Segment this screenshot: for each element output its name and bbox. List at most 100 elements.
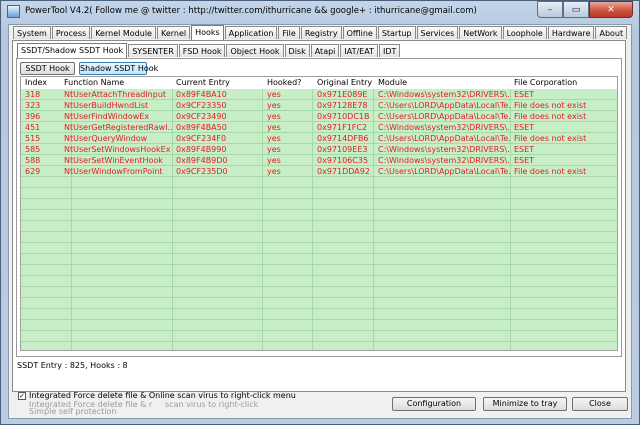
table-row[interactable]: 318 NtUserAttachThreadInput 0x89F4BA10 yes 0…	[21, 89, 617, 100]
table-cell: yes	[267, 90, 281, 99]
table-cell: 0x97109EE3	[317, 145, 368, 154]
title-bar[interactable]: PowerTool V4.2( Follow me @ twitter : ht…	[1, 1, 639, 23]
table-cell: yes	[267, 123, 281, 132]
tab-system[interactable]: System	[13, 26, 51, 39]
subtab-object-hook[interactable]: Object Hook	[226, 44, 284, 57]
table-cell: 629	[25, 167, 41, 176]
tab-file[interactable]: File	[278, 26, 300, 39]
tab-network[interactable]: NetWork	[459, 26, 502, 39]
table-cell: 0x89F4BA10	[176, 90, 227, 99]
table-cell: yes	[267, 167, 281, 176]
minimize-to-tray-button[interactable]: Minimize to tray	[483, 397, 567, 411]
integrated-menu-label: Integrated Force delete file & Online sc…	[29, 391, 296, 400]
minimize-window-button[interactable]: –	[537, 1, 563, 18]
caption-buttons: – ▭ ✕	[537, 1, 633, 18]
tab-hardware[interactable]: Hardware	[547, 26, 595, 39]
subtab-iat-eat[interactable]: IAT/EAT	[340, 44, 378, 57]
table-cell: NtUserFindWindowEx	[64, 112, 150, 121]
shadow-ssdt-hook-button[interactable]: Shadow SSDT Hook	[79, 62, 158, 75]
table-cell: 0x971F1FC2	[317, 123, 368, 132]
window-title: PowerTool V4.2( Follow me @ twitter : ht…	[25, 6, 477, 16]
table-row[interactable]: 451 NtUserGetRegisteredRawI... 0x89F4BA50 y…	[21, 122, 617, 133]
table-cell: C:\Windows\system32\DRIVERS\...	[378, 156, 510, 165]
table-cell: 0x9CF235D0	[176, 167, 228, 176]
table-cell: 0x9CF234F0	[176, 134, 227, 143]
tab-application[interactable]: Application	[224, 26, 278, 39]
table-cell: C:\Windows\system32\DRIVERS\...	[378, 145, 510, 154]
table-cell: C:\Windows\system32\DRIVERS\...	[378, 123, 510, 132]
subtab-idt[interactable]: IDT	[378, 44, 401, 57]
subtab-ssdt-shadow-ssdt-hook[interactable]: SSDT/Shadow SSDT Hook	[17, 43, 128, 58]
subtab-atapi[interactable]: Atapi	[310, 44, 340, 57]
close-button[interactable]: Close	[572, 397, 628, 411]
table-row[interactable]: 396 NtUserFindWindowEx 0x9CF23490 yes 0x9710…	[21, 111, 617, 122]
hooks-panel: SSDT/Shadow SSDT Hook SYSENTER FSD Hook Obj…	[12, 40, 626, 392]
table-cell: File does not exist	[514, 134, 587, 143]
hook-table[interactable]: Index Function Name Current Entry Hooked? Or…	[20, 76, 618, 351]
tab-registry[interactable]: Registry	[300, 26, 342, 39]
close-window-button[interactable]: ✕	[589, 1, 633, 18]
table-cell: 0x9714DFB6	[317, 134, 369, 143]
subtab-sysenter[interactable]: SYSENTER	[128, 44, 178, 57]
table-cell: 0x97106C35	[317, 156, 369, 165]
table-cell: 0x97128E78	[317, 101, 368, 110]
integrated-menu-checkbox[interactable]: ✓	[18, 392, 26, 400]
table-cell: C:\Users\LORD\AppData\Local\Te...	[378, 112, 510, 121]
tab-startup[interactable]: Startup	[377, 26, 416, 39]
table-row[interactable]: 585 NtUserSetWindowsHookEx 0x89F4B990 yes 0x…	[21, 144, 617, 155]
table-cell: NtUserAttachThreadInput	[64, 90, 167, 99]
table-cell: File does not exist	[514, 101, 587, 110]
subtab-fsd-hook[interactable]: FSD Hook	[178, 44, 226, 57]
table-cell: 318	[25, 90, 41, 99]
column-header[interactable]: Hooked?	[267, 78, 301, 87]
tab-loophole[interactable]: Loophole	[502, 26, 547, 39]
table-row[interactable]: 629 NtUserWindowFromPoint 0x9CF235D0 yes 0x9…	[21, 166, 617, 177]
table-cell: C:\Users\LORD\AppData\Local\Te...	[378, 167, 510, 176]
app-icon	[7, 5, 20, 18]
tab-services[interactable]: Services	[416, 26, 459, 39]
table-cell: NtUserSetWinEventHook	[64, 156, 163, 165]
table-row[interactable]: 588 NtUserSetWinEventHook 0x89F4B9D0 yes 0x9…	[21, 155, 617, 166]
table-cell: NtUserQueryWindow	[64, 134, 148, 143]
self-protection-label: Simple self protection	[29, 407, 117, 416]
table-cell: ESET	[514, 90, 535, 99]
column-header[interactable]: Module	[378, 78, 407, 87]
table-row[interactable]: 515 NtUserQueryWindow 0x9CF234F0 yes 0x9714D…	[21, 133, 617, 144]
tab-kernel-module[interactable]: Kernel Module	[91, 26, 156, 39]
table-cell: File does not exist	[514, 112, 587, 121]
table-body: 318 NtUserAttachThreadInput 0x89F4BA10 yes 0…	[21, 89, 617, 350]
column-header[interactable]: Index	[25, 78, 47, 87]
subtab-disk[interactable]: Disk	[284, 44, 310, 57]
table-cell: 396	[25, 112, 41, 121]
tab-hooks[interactable]: Hooks	[191, 25, 224, 40]
ssdt-panel: SSDT Hook Shadow SSDT Hook Index Function…	[16, 58, 622, 357]
tab-about[interactable]: About	[595, 26, 628, 39]
tab-offline[interactable]: Offline	[342, 26, 377, 39]
table-cell: yes	[267, 134, 281, 143]
column-header[interactable]: Original Entry	[317, 78, 372, 87]
table-cell: 0x89F4B990	[176, 145, 227, 154]
table-row[interactable]: 323 NtUserBuildHwndList 0x9CF23350 yes 0x971…	[21, 100, 617, 111]
table-cell: 585	[25, 145, 41, 154]
maximize-window-button[interactable]: ▭	[563, 1, 589, 18]
column-header[interactable]: File Corporation	[514, 78, 577, 87]
table-cell: 515	[25, 134, 41, 143]
table-cell: yes	[267, 101, 281, 110]
table-cell: 0x971DDA92	[317, 167, 370, 176]
table-cell: NtUserSetWindowsHookEx	[64, 145, 171, 154]
table-cell: ESET	[514, 156, 535, 165]
ssdt-hook-button[interactable]: SSDT Hook	[20, 62, 75, 75]
table-cell: File does not exist	[514, 167, 587, 176]
tab-process[interactable]: Process	[51, 26, 91, 39]
tab-kernel[interactable]: Kernel	[156, 26, 191, 39]
ghost-label-1b: scan virus to right-click	[165, 400, 259, 409]
powertool-window: PowerTool V4.2( Follow me @ twitter : ht…	[0, 0, 640, 425]
table-cell: yes	[267, 112, 281, 121]
table-cell: C:\Windows\system32\DRIVERS\...	[378, 90, 510, 99]
column-header[interactable]: Function Name	[64, 78, 124, 87]
table-cell: 588	[25, 156, 41, 165]
sub-tab-strip: SSDT/Shadow SSDT Hook SYSENTER FSD Hook Obj…	[17, 43, 401, 58]
configuration-button[interactable]: Configuration	[392, 397, 476, 411]
table-cell: ESET	[514, 123, 535, 132]
column-header[interactable]: Current Entry	[176, 78, 230, 87]
